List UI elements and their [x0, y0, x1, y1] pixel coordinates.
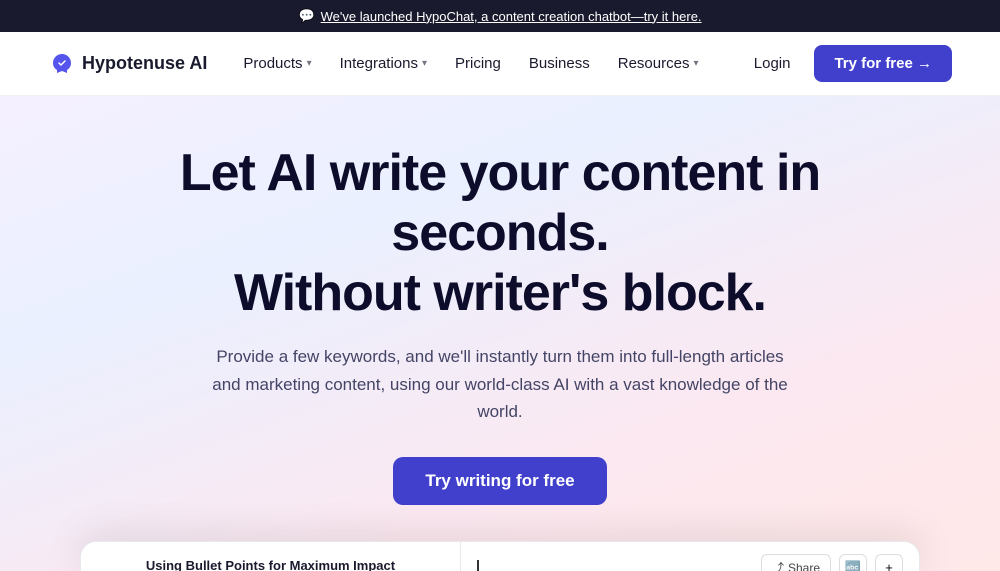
announcement-bar: 💬 We've launched HypoChat, a content cre…: [0, 0, 1000, 32]
logo-text: Hypotenuse AI: [82, 53, 207, 74]
demo-right-panel: ⤴ Share 🔤 + B I U H1 H2 H3 ≡: [461, 542, 919, 571]
translate-icon: 🔤: [845, 560, 861, 571]
share-label: Share: [788, 561, 820, 571]
nav-item-resources[interactable]: Resources ▾: [606, 47, 711, 80]
logo-icon: [48, 50, 76, 78]
add-button[interactable]: +: [875, 554, 903, 571]
try-for-free-button[interactable]: Try for free →: [814, 45, 952, 82]
nav-item-business[interactable]: Business: [517, 47, 602, 80]
chevron-down-icon: ▾: [307, 58, 312, 69]
nav-item-products[interactable]: Products ▾: [231, 47, 323, 80]
hero-headline: Let AI write your content in seconds. Wi…: [100, 144, 900, 323]
hero-subtext: Provide a few keywords, and we'll instan…: [210, 343, 790, 425]
editor-cursor-area: [477, 559, 487, 571]
demo-toolbar-top: ⤴ Share 🔤 +: [477, 554, 903, 571]
plus-icon: +: [885, 560, 893, 571]
demo-card: Using Bullet Points for Maximum Impact ✓…: [80, 541, 920, 571]
hero-headline-line2: Without writer's block.: [234, 264, 766, 322]
nav-resources-label: Resources: [618, 55, 690, 72]
hero-headline-line1: Let AI write your content in seconds.: [180, 144, 820, 262]
nav-item-pricing[interactable]: Pricing: [443, 47, 513, 80]
nav-integrations-label: Integrations: [340, 55, 418, 72]
nav-item-integrations[interactable]: Integrations ▾: [328, 47, 439, 80]
nav-business-label: Business: [529, 55, 590, 72]
nav-links: Products ▾ Integrations ▾ Pricing Busine…: [231, 47, 737, 80]
toolbar-right-actions: ⤴ Share 🔤 +: [761, 554, 903, 571]
announcement-icon: 💬: [298, 8, 314, 24]
nav-pricing-label: Pricing: [455, 55, 501, 72]
demo-left-panel: Using Bullet Points for Maximum Impact ✓…: [81, 542, 461, 571]
chevron-down-icon: ▾: [422, 58, 427, 69]
login-button[interactable]: Login: [738, 47, 807, 80]
demo-article-title: Using Bullet Points for Maximum Impact: [97, 558, 444, 571]
chevron-down-icon: ▾: [693, 58, 698, 69]
translate-button[interactable]: 🔤: [839, 554, 867, 571]
hero-cta-button[interactable]: Try writing for free: [393, 457, 606, 505]
share-icon: ⤴: [772, 559, 784, 571]
hero-section: Let AI write your content in seconds. Wi…: [0, 96, 1000, 571]
nav-right: Login Try for free →: [738, 45, 952, 82]
navbar: Hypotenuse AI Products ▾ Integrations ▾ …: [0, 32, 1000, 96]
cursor-blink: [477, 560, 479, 571]
logo[interactable]: Hypotenuse AI: [48, 50, 207, 78]
nav-products-label: Products: [243, 55, 302, 72]
announcement-link[interactable]: We've launched HypoChat, a content creat…: [321, 9, 702, 24]
